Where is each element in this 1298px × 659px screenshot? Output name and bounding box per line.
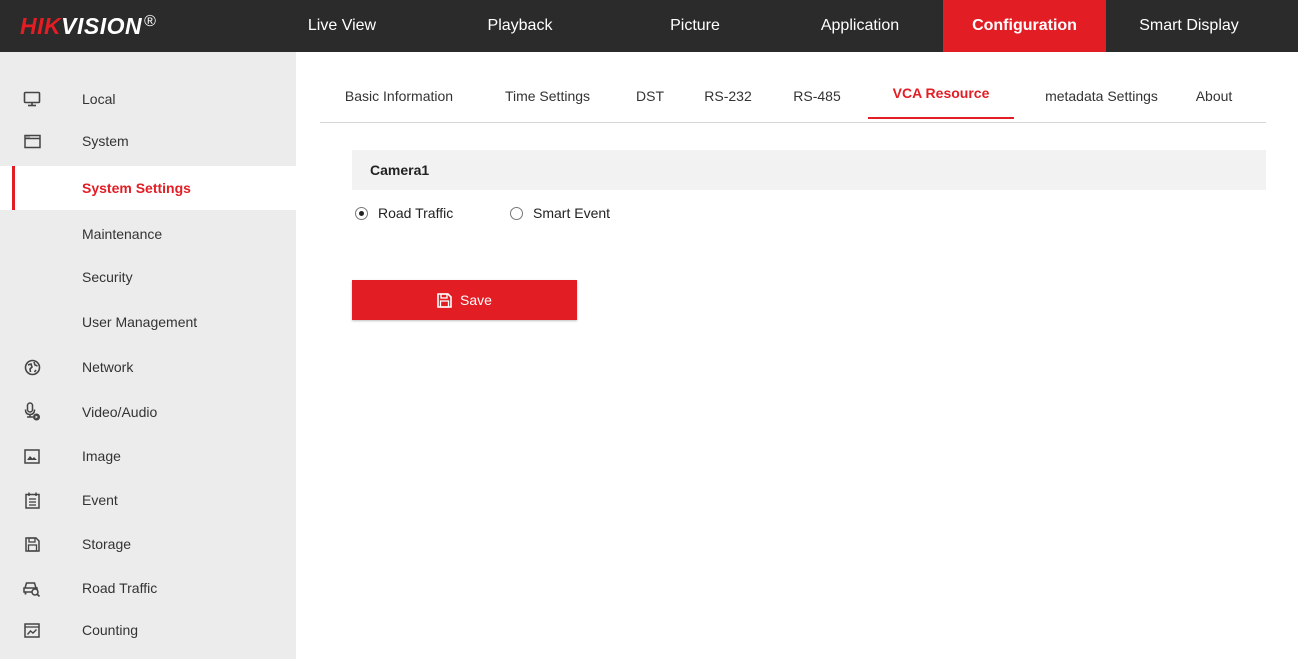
sidebar-item-road-traffic[interactable]: Road Traffic [0,566,296,610]
sidebar-item-system[interactable]: System [0,121,296,161]
sidebar-item-label: Security [82,269,133,285]
sidebar-item-label: System Settings [82,180,191,196]
image-icon [22,434,42,478]
sidebar-item-label: Video/Audio [82,404,158,420]
window-icon [22,121,42,161]
nav-picture[interactable]: Picture [650,0,740,52]
tab-basic-information[interactable]: Basic Information [335,72,463,121]
tab-rs-232[interactable]: RS-232 [699,72,757,121]
sidebar-item-label: System [82,133,129,149]
sidebar-item-label: Counting [82,622,139,638]
sidebar-item-maintenance[interactable]: Maintenance [0,212,296,256]
chart-icon [22,608,42,652]
nav-configuration[interactable]: Configuration [943,0,1106,52]
radio-label: Road Traffic [378,205,454,221]
save-button[interactable]: Save [352,280,577,320]
radio-road-traffic[interactable]: Road Traffic [355,203,453,223]
tab-about[interactable]: About [1186,72,1242,121]
sidebar-item-video-audio[interactable]: Video/Audio [0,390,296,434]
nav-application[interactable]: Application [800,0,920,52]
radio-label: Smart Event [533,205,611,221]
nav-live-view[interactable]: Live View [302,0,382,52]
car-search-icon [22,566,42,610]
sidebar-item-network[interactable]: Network [0,345,296,389]
sidebar-item-label: Event [82,492,118,508]
nav-smart-display[interactable]: Smart Display [1120,0,1258,52]
sidebar-item-image[interactable]: Image [0,434,296,478]
save-icon [437,292,452,308]
sidebar-item-label: Maintenance [82,226,163,242]
sidebar-item-label: Network [82,359,134,375]
sidebar-item-event[interactable]: Event [0,478,296,522]
sidebar: Local System System Settings Maintenance… [0,52,296,659]
sidebar-item-label: Road Traffic [82,580,158,596]
radio-button[interactable] [510,206,523,220]
globe-icon [22,345,42,389]
settings-tabs: Basic Information Time Settings DST RS-2… [320,72,1266,123]
sidebar-item-user-management[interactable]: User Management [0,300,296,344]
camera-label: Camera1 [370,162,430,178]
camera-section-header: Camera1 [352,150,1266,190]
top-bar: HIKVISION ® Live View Playback Picture Ap… [0,0,1298,52]
tab-dst[interactable]: DST [632,72,668,121]
microphone-icon [22,390,42,434]
sidebar-item-label: Image [82,448,121,464]
sidebar-item-security[interactable]: Security [0,255,296,299]
nav-playback[interactable]: Playback [470,0,570,52]
sidebar-item-label: Local [82,91,116,107]
tab-rs-485[interactable]: RS-485 [788,72,846,121]
sidebar-item-label: User Management [82,314,198,330]
hikvision-logo: HIKVISION ® [20,13,157,39]
monitor-icon [22,77,42,121]
tab-time-settings[interactable]: Time Settings [495,72,600,121]
tab-vca-resource[interactable]: VCA Resource [868,70,1014,119]
calendar-icon [22,478,42,522]
tab-metadata-settings[interactable]: metadata Settings [1029,72,1174,121]
sidebar-item-local[interactable]: Local [0,77,296,121]
save-label: Save [460,292,492,308]
sidebar-item-system-settings[interactable]: System Settings [0,166,296,210]
radio-button-checked[interactable] [355,206,368,220]
sidebar-item-label: Storage [82,536,132,552]
sidebar-item-counting[interactable]: Counting [0,608,296,652]
radio-smart-event[interactable]: Smart Event [510,203,610,223]
sidebar-item-storage[interactable]: Storage [0,522,296,566]
floppy-icon [22,522,42,566]
